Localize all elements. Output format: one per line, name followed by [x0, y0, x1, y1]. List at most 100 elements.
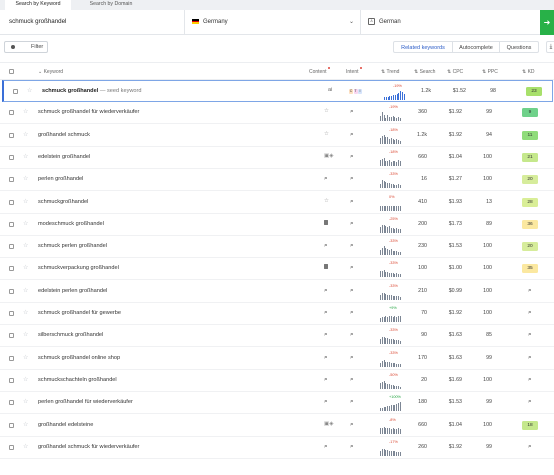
filter-button[interactable]: Filter	[4, 41, 48, 53]
table-row[interactable]: ☆ großhandel edelsteine ▣◈ ⌕ -8% 660 $1.04 100 1…	[0, 415, 554, 437]
intent-lookup[interactable]: ⌕	[350, 309, 354, 317]
table-row[interactable]: ☆ schmuck großhandel für gewerbe ⌕ ⌕ +9% 70 $1…	[0, 303, 554, 325]
row-checkbox[interactable]	[9, 422, 14, 428]
star-icon[interactable]: ☆	[23, 376, 28, 383]
col-content[interactable]: Content	[309, 67, 330, 76]
keyword-text[interactable]: schmuck großhandel online shop	[38, 354, 120, 363]
search-icon[interactable]: ⌕	[324, 287, 328, 294]
col-search[interactable]: ⇅ Search	[414, 68, 435, 76]
ai-icon[interactable]: ai	[328, 87, 332, 93]
star-icon[interactable]: ☆	[23, 242, 28, 249]
star-icon[interactable]: ☆	[23, 153, 28, 160]
intent-lookup[interactable]: ⌕	[350, 175, 354, 183]
keyword-text[interactable]: schmuck perlen großhandel	[38, 242, 107, 251]
row-checkbox[interactable]	[9, 355, 14, 361]
document-icon[interactable]	[324, 219, 328, 225]
export-icon[interactable]: ⤓	[546, 41, 554, 53]
row-checkbox[interactable]	[9, 311, 14, 316]
col-cpc[interactable]: ⇅ CPC	[447, 68, 463, 76]
kd-lookup[interactable]: ⌕	[528, 443, 532, 451]
intent-lookup[interactable]: ⌕	[350, 108, 354, 116]
keyword-text[interactable]: perlen großhandel für wiederverkäufer	[38, 398, 133, 407]
kd-lookup[interactable]: ⌕	[528, 354, 532, 362]
star-icon[interactable]: ☆	[23, 198, 28, 205]
intent-lookup[interactable]: ⌕	[350, 153, 354, 161]
table-row[interactable]: ☆ perlen großhandel ⌕ ⌕ -33% 16 $1.27 100 20	[0, 169, 554, 192]
kd-lookup[interactable]: ⌕	[528, 309, 532, 317]
kd-lookup[interactable]: ⌕	[528, 398, 532, 406]
row-checkbox[interactable]	[9, 288, 14, 294]
intent-lookup[interactable]: ⌕	[350, 376, 354, 384]
table-row[interactable]: ☆ großhandel schmuck für wiederverkäufer ⌕…	[0, 437, 554, 459]
keyword-text[interactable]: edelstein großhandel	[38, 153, 90, 162]
intent-lookup[interactable]: ⌕	[350, 264, 354, 272]
star-icon[interactable]: ☆	[23, 309, 28, 316]
search-icon[interactable]: ⌕	[324, 376, 328, 383]
table-row[interactable]: ☆ großhandel schmuck ☆ ⌕ -18% 1.2k $1.92 94 11	[0, 125, 554, 147]
col-intent[interactable]: Intent	[346, 67, 362, 76]
row-checkbox[interactable]	[9, 221, 14, 227]
row-checkbox[interactable]	[9, 177, 14, 183]
keyword-text[interactable]: edelstein perlen großhandel	[38, 287, 107, 296]
table-row[interactable]: ☆ schmuckverpackung großhandel ⌕ -33% 100 $1.…	[0, 258, 554, 281]
keyword-text[interactable]: schmuck großhandel für gewerbe	[38, 309, 121, 318]
row-checkbox[interactable]	[9, 244, 14, 250]
keyword-text[interactable]: modeschmuck großhandel	[38, 220, 104, 229]
image-icon[interactable]: ▣◈	[324, 421, 333, 427]
intent-lookup[interactable]: ⌕	[350, 443, 354, 451]
table-row[interactable]: ☆ schmuck großhandel online shop ⌕ ⌕ -33% 170…	[0, 348, 554, 370]
search-icon[interactable]: ⌕	[324, 398, 328, 405]
keyword-text[interactable]: silberschmuck großhandel	[38, 331, 103, 340]
row-checkbox[interactable]	[9, 199, 14, 205]
star-icon[interactable]: ☆	[23, 354, 28, 361]
star-icon[interactable]: ☆	[23, 108, 28, 115]
keyword-text[interactable]: großhandel schmuck für wiederverkäufer	[38, 443, 139, 452]
row-checkbox[interactable]	[9, 444, 14, 450]
intent-lookup[interactable]: ⌕	[350, 220, 354, 228]
table-row[interactable]: ☆ schmuckschachteln großhandel ⌕ ⌕ -50% 20 $1.…	[0, 370, 554, 392]
keyword-text[interactable]: schmuck großhandel für wiederverkäufer	[38, 108, 139, 117]
keyword-text[interactable]: schmuckverpackung großhandel	[38, 264, 119, 273]
star-icon[interactable]: ☆	[27, 87, 32, 94]
intent-lookup[interactable]: ⌕	[350, 198, 354, 206]
intent-lookup[interactable]: ⌕	[350, 398, 354, 406]
star-icon[interactable]: ☆	[23, 331, 28, 338]
row-checkbox[interactable]	[9, 377, 14, 383]
row-checkbox[interactable]	[9, 132, 14, 138]
search-icon[interactable]: ⌕	[324, 443, 328, 450]
col-ppc[interactable]: ⇅ PPC	[482, 68, 498, 76]
star-icon[interactable]: ☆	[23, 443, 28, 450]
keyword-text[interactable]: perlen großhandel	[38, 175, 83, 184]
view-related-keywords[interactable]: Related keywords	[393, 41, 453, 53]
language-select[interactable]: A German	[360, 10, 538, 35]
search-icon[interactable]: ⌕	[324, 175, 328, 182]
keyword-text[interactable]: schmuck großhandel — seed keyword	[42, 87, 142, 96]
search-go-button[interactable]: ➜	[540, 10, 554, 35]
sparkle-icon[interactable]: ☆	[324, 108, 329, 114]
star-icon[interactable]: ☆	[23, 287, 28, 294]
star-icon[interactable]: ☆	[23, 220, 28, 227]
table-row[interactable]: ☆ perlen großhandel für wiederverkäufer ⌕ ⌕…	[0, 392, 554, 415]
table-row[interactable]: ☆ schmuck großhandel für wiederverkäufer ☆…	[0, 102, 554, 125]
keyword-text[interactable]: schmuckgroßhandel	[38, 198, 88, 207]
country-select[interactable]: Germany ⌄	[184, 10, 360, 35]
col-keyword[interactable]: ⌄ Keyword	[38, 68, 63, 76]
image-icon[interactable]: ▣◈	[324, 153, 333, 159]
search-icon[interactable]: ⌕	[324, 309, 328, 316]
sparkle-icon[interactable]: ☆	[324, 198, 329, 204]
search-icon[interactable]: ⌕	[324, 331, 328, 338]
row-checkbox[interactable]	[13, 89, 18, 94]
star-icon[interactable]: ☆	[23, 421, 28, 428]
keyword-text[interactable]: großhandel edelsteine	[38, 421, 93, 430]
intent-lookup[interactable]: ⌕	[350, 331, 354, 339]
view-autocomplete[interactable]: Autocomplete	[452, 41, 500, 53]
table-row[interactable]: ☆ silberschmuck großhandel ⌕ ⌕ -33% 90 $1.63 85…	[0, 325, 554, 348]
star-icon[interactable]: ☆	[23, 398, 28, 405]
star-icon[interactable]: ☆	[23, 131, 28, 138]
row-checkbox[interactable]	[9, 400, 14, 406]
tab-search-by-domain[interactable]: Search by Domain	[73, 0, 149, 10]
view-questions[interactable]: Questions	[499, 41, 539, 53]
table-row[interactable]: ☆ schmuckgroßhandel ☆ ⌕ 0% 410 $1.93 13 28	[0, 192, 554, 214]
table-row[interactable]: ☆ edelstein perlen großhandel ⌕ ⌕ -33% 210 $0.…	[0, 281, 554, 303]
search-icon[interactable]: ⌕	[324, 354, 328, 361]
